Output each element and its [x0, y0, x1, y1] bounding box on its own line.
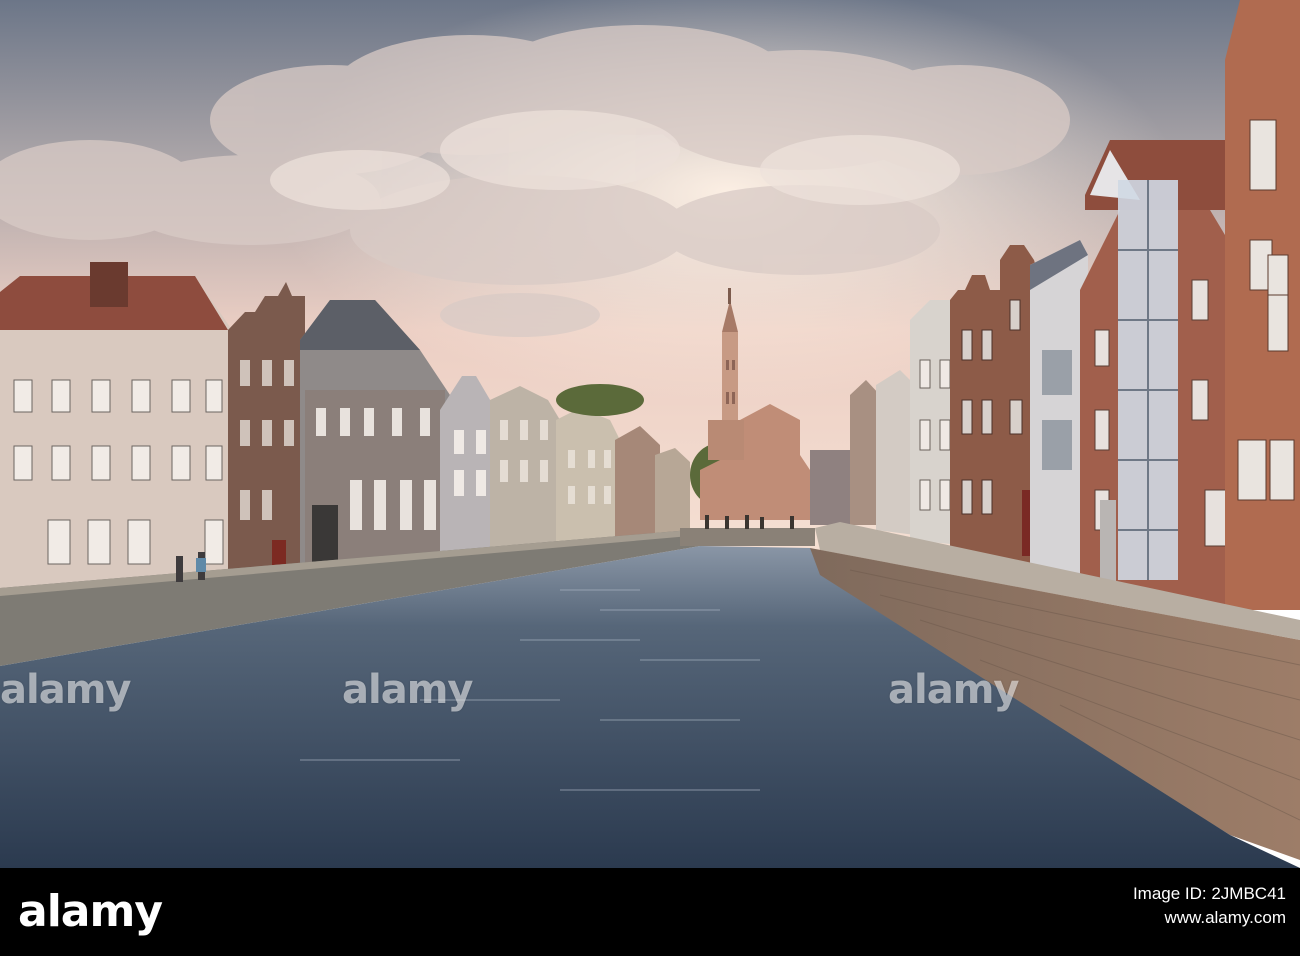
site-url[interactable]: www.alamy.com: [1133, 906, 1286, 930]
image-id-label: Image ID: 2JMBC41: [1132, 884, 1286, 903]
footer-bar: alamy Image ID: 2JMBC41 www.alamy.com: [0, 868, 1300, 956]
alamy-logo[interactable]: alamy: [18, 890, 163, 934]
stock-photo-page: alamy alamy alamy alamy Image ID: 2JMBC4…: [0, 0, 1300, 956]
image-info: Image ID: 2JMBC41 www.alamy.com: [1133, 882, 1286, 930]
canal-scene-illustration: [0, 0, 1300, 868]
bruges-canal-photo: [0, 0, 1300, 868]
